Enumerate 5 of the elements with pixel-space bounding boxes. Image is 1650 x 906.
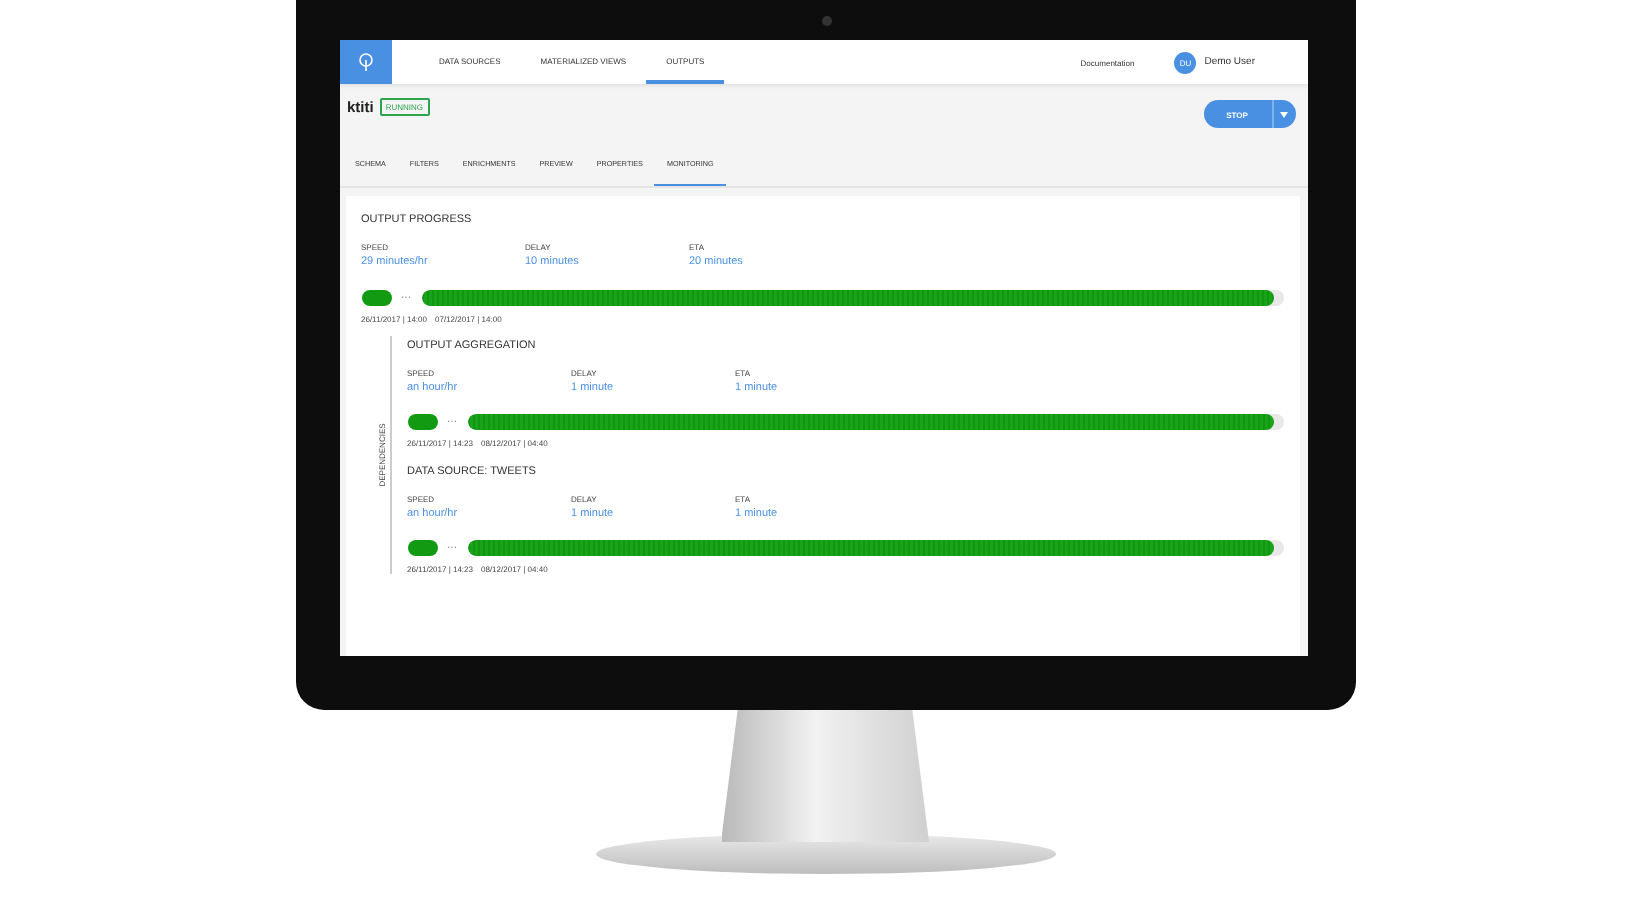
caret-icon <box>1280 111 1288 117</box>
start-marker <box>361 290 391 306</box>
start-marker <box>407 414 437 430</box>
start-marker <box>407 540 437 556</box>
logo-icon[interactable] <box>339 40 391 84</box>
